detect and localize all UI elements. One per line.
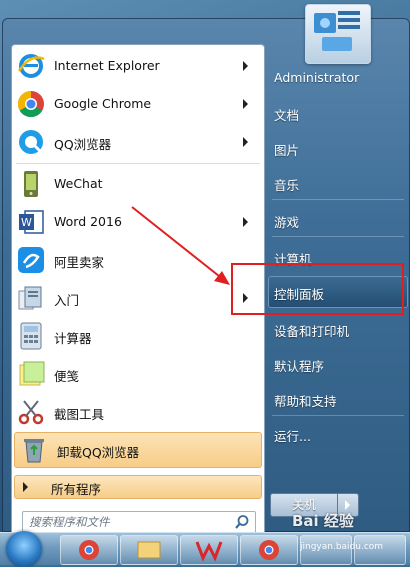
taskbar-chrome-button[interactable] [60, 535, 118, 565]
chrome-icon [17, 90, 44, 118]
program-getting-started[interactable]: 入门 [12, 279, 264, 317]
program-label: Google Chrome [54, 96, 152, 111]
programs-pane: Internet Explorer Google Chrome QQ浏览器 We… [11, 44, 265, 537]
chrome-icon [79, 540, 99, 560]
all-programs-label: 所有程序 [51, 482, 102, 497]
user-picture-frame[interactable] [305, 4, 371, 64]
program-calculator[interactable]: 计算器 [12, 317, 264, 355]
program-label: 截图工具 [54, 407, 105, 422]
right-item-devices-printers[interactable]: 设备和打印机 [274, 321, 349, 340]
program-label: QQ浏览器 [54, 137, 112, 152]
word-icon: W [19, 210, 44, 234]
search-icon[interactable] [234, 514, 250, 530]
right-item-run[interactable]: 运行... [274, 426, 311, 445]
search-box[interactable] [22, 511, 256, 533]
right-item-pictures[interactable]: 图片 [274, 140, 299, 159]
program-google-chrome[interactable]: Google Chrome [12, 85, 264, 123]
submenu-arrow-icon[interactable] [243, 61, 248, 71]
right-item-music[interactable]: 音乐 [274, 175, 299, 194]
search-input[interactable] [27, 513, 231, 531]
program-label: 阿里卖家 [54, 255, 105, 270]
program-snipping-tool[interactable]: 截图工具 [12, 393, 264, 431]
program-qq-browser[interactable]: QQ浏览器 [12, 123, 264, 161]
program-sticky-notes[interactable]: 便笺 [12, 355, 264, 393]
all-programs-button[interactable]: 所有程序 [14, 475, 262, 499]
separator [16, 163, 260, 164]
program-wechat[interactable]: WeChat [12, 165, 264, 203]
user-avatar-icon [314, 11, 360, 51]
program-label: Word 2016 [54, 214, 122, 229]
right-item-help-support[interactable]: 帮助和支持 [274, 391, 337, 410]
submenu-arrow-icon[interactable] [243, 137, 248, 147]
submenu-arrow-icon[interactable] [243, 217, 248, 227]
chrome-icon [259, 540, 279, 560]
taskbar-chrome-button-2[interactable] [240, 535, 298, 565]
watermark-url: jingyan.baidu.com [300, 542, 384, 552]
program-label: 计算器 [54, 331, 92, 346]
wps-icon [195, 541, 223, 562]
start-orb-icon[interactable] [6, 531, 42, 567]
calculator-icon [20, 322, 42, 350]
expand-arrow-icon [23, 482, 28, 492]
qq-browser-icon [19, 130, 43, 154]
submenu-arrow-icon[interactable] [243, 99, 248, 109]
taskbar-wps-button[interactable] [180, 535, 238, 565]
folder-icon [137, 541, 161, 559]
program-label: Internet Explorer [54, 58, 160, 73]
recycle-bin-icon [24, 439, 44, 463]
program-label: 卸载QQ浏览器 [57, 445, 140, 460]
program-ali-seller[interactable]: 阿里卖家 [12, 241, 264, 279]
program-label: WeChat [54, 176, 103, 191]
right-item-documents[interactable]: 文档 [274, 105, 299, 124]
svg-text:W: W [21, 216, 32, 229]
snipping-tool-icon [18, 400, 44, 425]
sticky-notes-icon [19, 361, 45, 386]
wechat-icon [24, 171, 38, 197]
annotation-highlight-box [231, 263, 404, 315]
taskbar-explorer-button[interactable] [120, 535, 178, 565]
program-internet-explorer[interactable]: Internet Explorer [12, 47, 264, 85]
program-word-2016[interactable]: W Word 2016 [12, 203, 264, 241]
separator [272, 236, 404, 237]
right-item-administrator[interactable]: Administrator [274, 70, 359, 85]
ali-seller-icon [18, 247, 44, 273]
separator [272, 199, 404, 200]
internet-explorer-icon [17, 54, 45, 78]
program-uninstall-qq-browser[interactable]: 卸载QQ浏览器 [14, 432, 262, 468]
right-item-games[interactable]: 游戏 [274, 212, 299, 231]
program-label: 便笺 [54, 369, 80, 384]
right-item-default-programs[interactable]: 默认程序 [274, 356, 324, 375]
watermark-brand: Bai 经验 [292, 512, 354, 530]
separator [272, 415, 404, 416]
program-label: 入门 [54, 293, 80, 308]
getting-started-icon [18, 286, 42, 310]
